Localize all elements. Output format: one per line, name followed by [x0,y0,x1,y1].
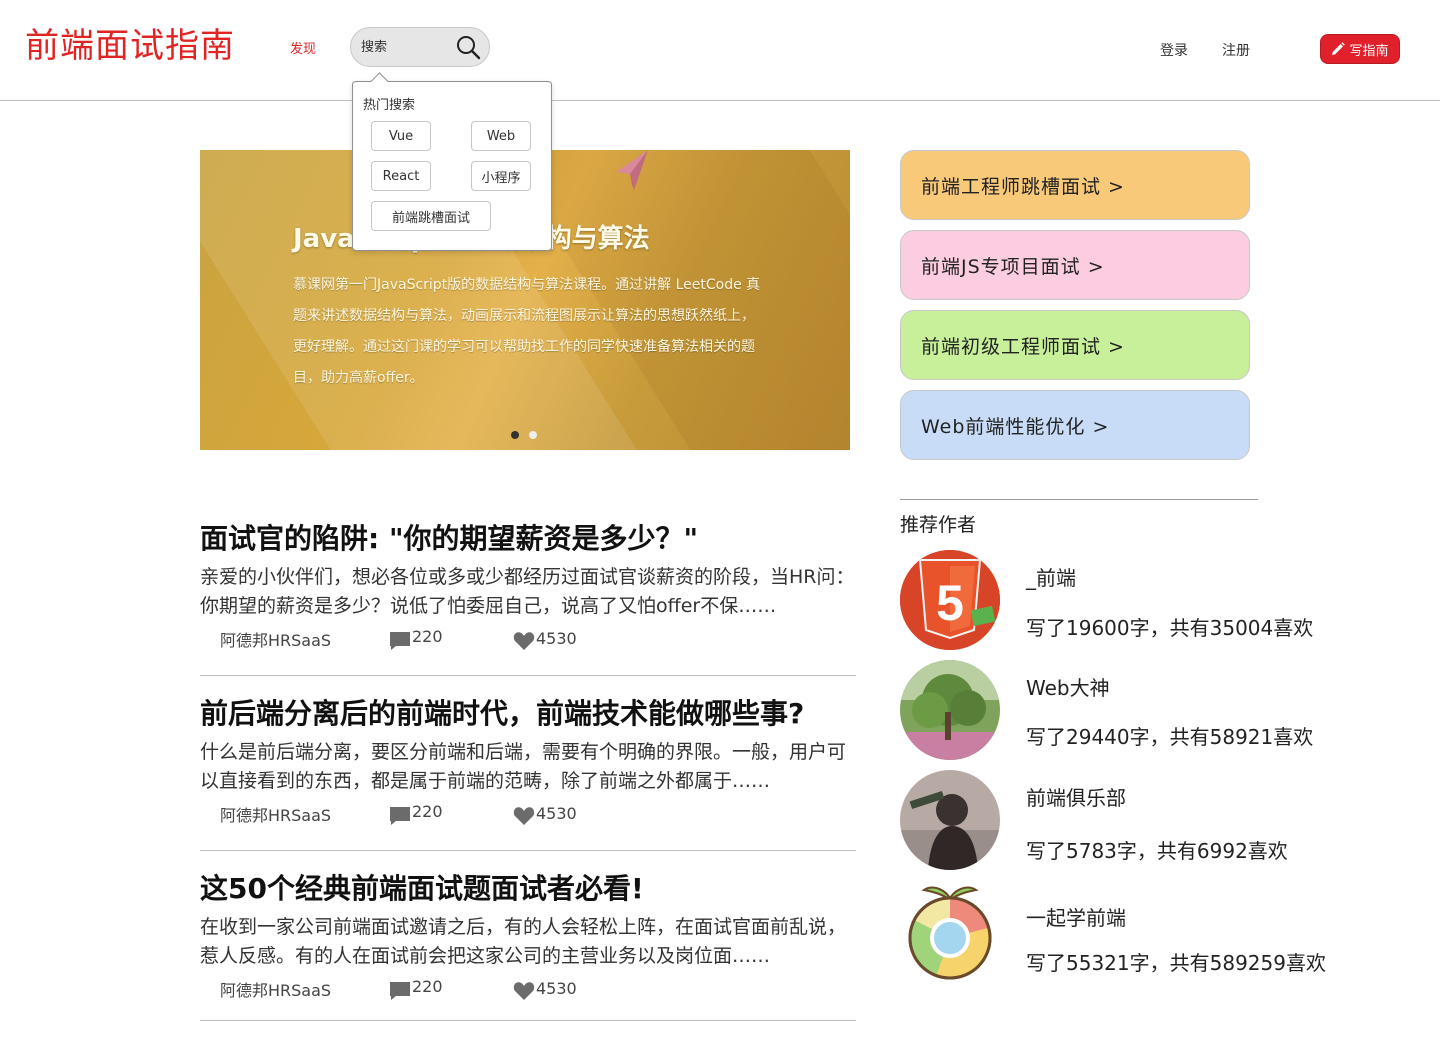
comment-count: 220 [412,977,443,996]
author-name[interactable]: 前端俱乐部 [1026,782,1126,811]
site-logo[interactable]: 前端面试指南 [25,24,235,68]
topic-card-performance[interactable]: Web前端性能优化 > [900,390,1250,460]
search-icon[interactable] [455,34,481,60]
author-stats: 写了29440字，共有58921喜欢 [1026,725,1314,749]
pencil-icon [1332,42,1346,55]
article-summary: 在收到一家公司前端面试邀请之后，有的人会轻松上阵，在面试官面前乱说，惹人反感。有… [200,916,847,967]
author-stats: 写了5783字，共有6992喜欢 [1026,839,1288,863]
article-summary: 什么是前后端分离，要区分前端和后端，需要有个明确的界限。一般，用户可以直接看到的… [200,741,847,792]
article-divider [200,850,856,851]
article-title[interactable]: 这50个经典前端面试题面试者必看! [200,871,856,907]
comment-icon [390,807,410,825]
topic-card-job-hopping[interactable]: 前端工程师跳槽面试 > [900,150,1250,220]
like-count: 4530 [536,804,577,823]
carousel-dot-2[interactable] [529,431,537,439]
write-guide-button[interactable]: 写指南 [1320,34,1400,64]
search-box[interactable] [350,27,490,67]
comment-icon [390,632,410,650]
article-item[interactable]: 前后端分离后的前端时代，前端技术能做哪些事? 什么是前后端分离，要区分前端和后端… [200,696,856,828]
article-author[interactable]: 阿德邦HRSaaS [220,802,331,826]
article-title[interactable]: 前后端分离后的前端时代，前端技术能做哪些事? [200,696,856,732]
hot-tag-job-interview[interactable]: 前端跳槽面试 [371,201,491,231]
authors-divider [900,499,1258,500]
comment-count: 220 [412,627,443,646]
heart-icon[interactable] [513,631,535,651]
heart-icon[interactable] [513,981,535,1001]
topic-card-junior[interactable]: 前端初级工程师面试 > [900,310,1250,380]
search-input[interactable] [361,36,453,58]
tree-photo-icon [900,660,1000,760]
hot-tag-miniprogram[interactable]: 小程序 [471,161,531,191]
hot-tag-react[interactable]: React [371,161,431,191]
author-avatar[interactable]: 5 [900,550,1000,650]
author-name[interactable]: 一起学前端 [1026,902,1126,931]
article-author[interactable]: 阿德邦HRSaaS [220,977,331,1001]
article-item[interactable]: 面试官的陷阱: "你的期望薪资是多少？" 亲爱的小伙伴们，想必各位或多或少都经历… [200,521,856,653]
carousel-dot-1[interactable] [511,431,519,439]
person-photo-icon [900,770,1000,870]
article-divider [200,1020,856,1021]
nav-discover-link[interactable]: 发现 [290,38,316,57]
article-item[interactable]: 这50个经典前端面试题面试者必看! 在收到一家公司前端面试邀请之后，有的人会轻松… [200,871,856,1003]
recommended-authors-title: 推荐作者 [900,514,977,536]
article-divider [200,675,856,676]
hot-search-popover: 热门搜索 Vue Web React 小程序 前端跳槽面试 [352,81,552,251]
like-count: 4530 [536,629,577,648]
chrome-sprout-logo-icon [908,886,992,980]
article-meta: 阿德邦HRSaaS 220 4530 [200,971,856,1003]
comment-count: 220 [412,802,443,821]
svg-text:5: 5 [936,575,964,631]
heart-icon[interactable] [513,806,535,826]
author-avatar[interactable] [900,660,1000,760]
article-meta: 阿德邦HRSaaS 220 4530 [200,621,856,653]
author-name[interactable]: Web大神 [1026,672,1110,701]
like-count: 4530 [536,979,577,998]
article-title[interactable]: 面试官的陷阱: "你的期望薪资是多少？" [200,521,856,557]
hot-tag-vue[interactable]: Vue [371,121,431,151]
hot-tag-web[interactable]: Web [471,121,531,151]
author-stats: 写了55321字，共有589259喜欢 [1026,951,1326,975]
topic-card-js-special[interactable]: 前端JS专项目面试 > [900,230,1250,300]
html5-logo-icon: 5 [900,550,1000,650]
comment-icon [390,982,410,1000]
top-header: 前端面试指南 发现 登录 注册 写指南 [0,0,1440,101]
article-meta: 阿德邦HRSaaS 220 4530 [200,796,856,828]
banner-description: 慕课网第一门JavaScript版的数据结构与算法课程。通过讲解 LeetCod… [293,277,761,386]
author-name[interactable]: _前端 [1026,562,1076,591]
article-summary: 亲爱的小伙伴们，想必各位或多或少都经历过面试官谈薪资的阶段，当HR问：你期望的薪… [200,566,855,617]
login-link[interactable]: 登录 [1160,40,1188,60]
article-author[interactable]: 阿德邦HRSaaS [220,627,331,651]
author-stats: 写了19600字，共有35004喜欢 [1026,616,1314,640]
author-avatar[interactable] [900,770,1000,870]
register-link[interactable]: 注册 [1222,40,1250,60]
author-avatar[interactable] [900,880,1000,980]
hot-search-title: 热门搜索 [363,98,416,113]
paper-plane-icon [616,150,648,190]
write-guide-label: 写指南 [1349,43,1389,59]
